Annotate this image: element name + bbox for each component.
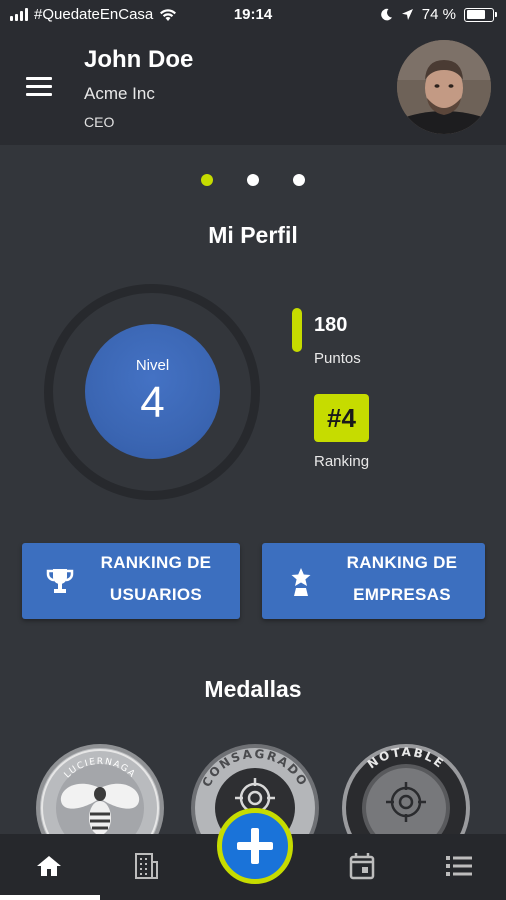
companies-ranking-button[interactable]: RANKING DE EMPRESAS <box>262 543 485 619</box>
status-right: 74 % <box>380 6 497 23</box>
level-label: Nivel <box>135 357 170 374</box>
status-bar: #QuedateEnCasa 19:14 74 % <box>0 0 506 30</box>
user-company: Acme Inc <box>84 84 155 103</box>
nav-list[interactable] <box>439 848 479 884</box>
list-icon <box>446 856 472 876</box>
user-role: CEO <box>84 114 115 130</box>
ranking-label: Ranking <box>314 453 370 470</box>
companies-ranking-line1: RANKING DE <box>346 553 458 572</box>
level-value: 4 <box>140 378 165 427</box>
calendar-icon <box>349 853 375 880</box>
building-icon <box>135 853 158 879</box>
pager-dot-1[interactable] <box>201 174 213 186</box>
user-name: John Doe <box>84 46 194 73</box>
star-trophy-icon <box>291 568 311 596</box>
add-button[interactable] <box>217 808 293 884</box>
active-tab-indicator <box>0 895 100 900</box>
points-label: Puntos <box>314 350 361 367</box>
users-ranking-button[interactable]: RANKING DE USUARIOS <box>22 543 240 619</box>
trophy-icon <box>46 569 74 593</box>
users-ranking-line1: RANKING DE <box>100 553 212 572</box>
profile-title: Mi Perfil <box>208 222 298 248</box>
pager-dot-3[interactable] <box>293 174 305 186</box>
home-icon <box>37 856 61 876</box>
companies-ranking-line2: EMPRESAS <box>353 585 451 604</box>
menu-button[interactable] <box>26 77 52 97</box>
location-arrow-icon <box>401 9 413 20</box>
nav-home[interactable] <box>29 848 69 884</box>
points-value: 180 <box>314 314 348 336</box>
users-ranking-line2: USUARIOS <box>109 585 203 604</box>
ranking-badge: #4 <box>314 394 369 442</box>
battery-icon <box>464 7 497 22</box>
avatar[interactable] <box>397 40 491 134</box>
battery-percent: 74 % <box>421 6 456 23</box>
points-indicator <box>292 308 302 352</box>
pager-dot-2[interactable] <box>247 174 259 186</box>
nav-calendar[interactable] <box>342 848 382 884</box>
pager-dots <box>0 174 506 186</box>
nav-companies[interactable] <box>126 848 166 884</box>
hamburger-icon <box>26 77 52 80</box>
moon-icon <box>380 8 392 21</box>
level-circle: Nivel 4 <box>85 324 220 459</box>
avatar-photo <box>397 40 491 134</box>
medals-title: Medallas <box>204 676 302 702</box>
